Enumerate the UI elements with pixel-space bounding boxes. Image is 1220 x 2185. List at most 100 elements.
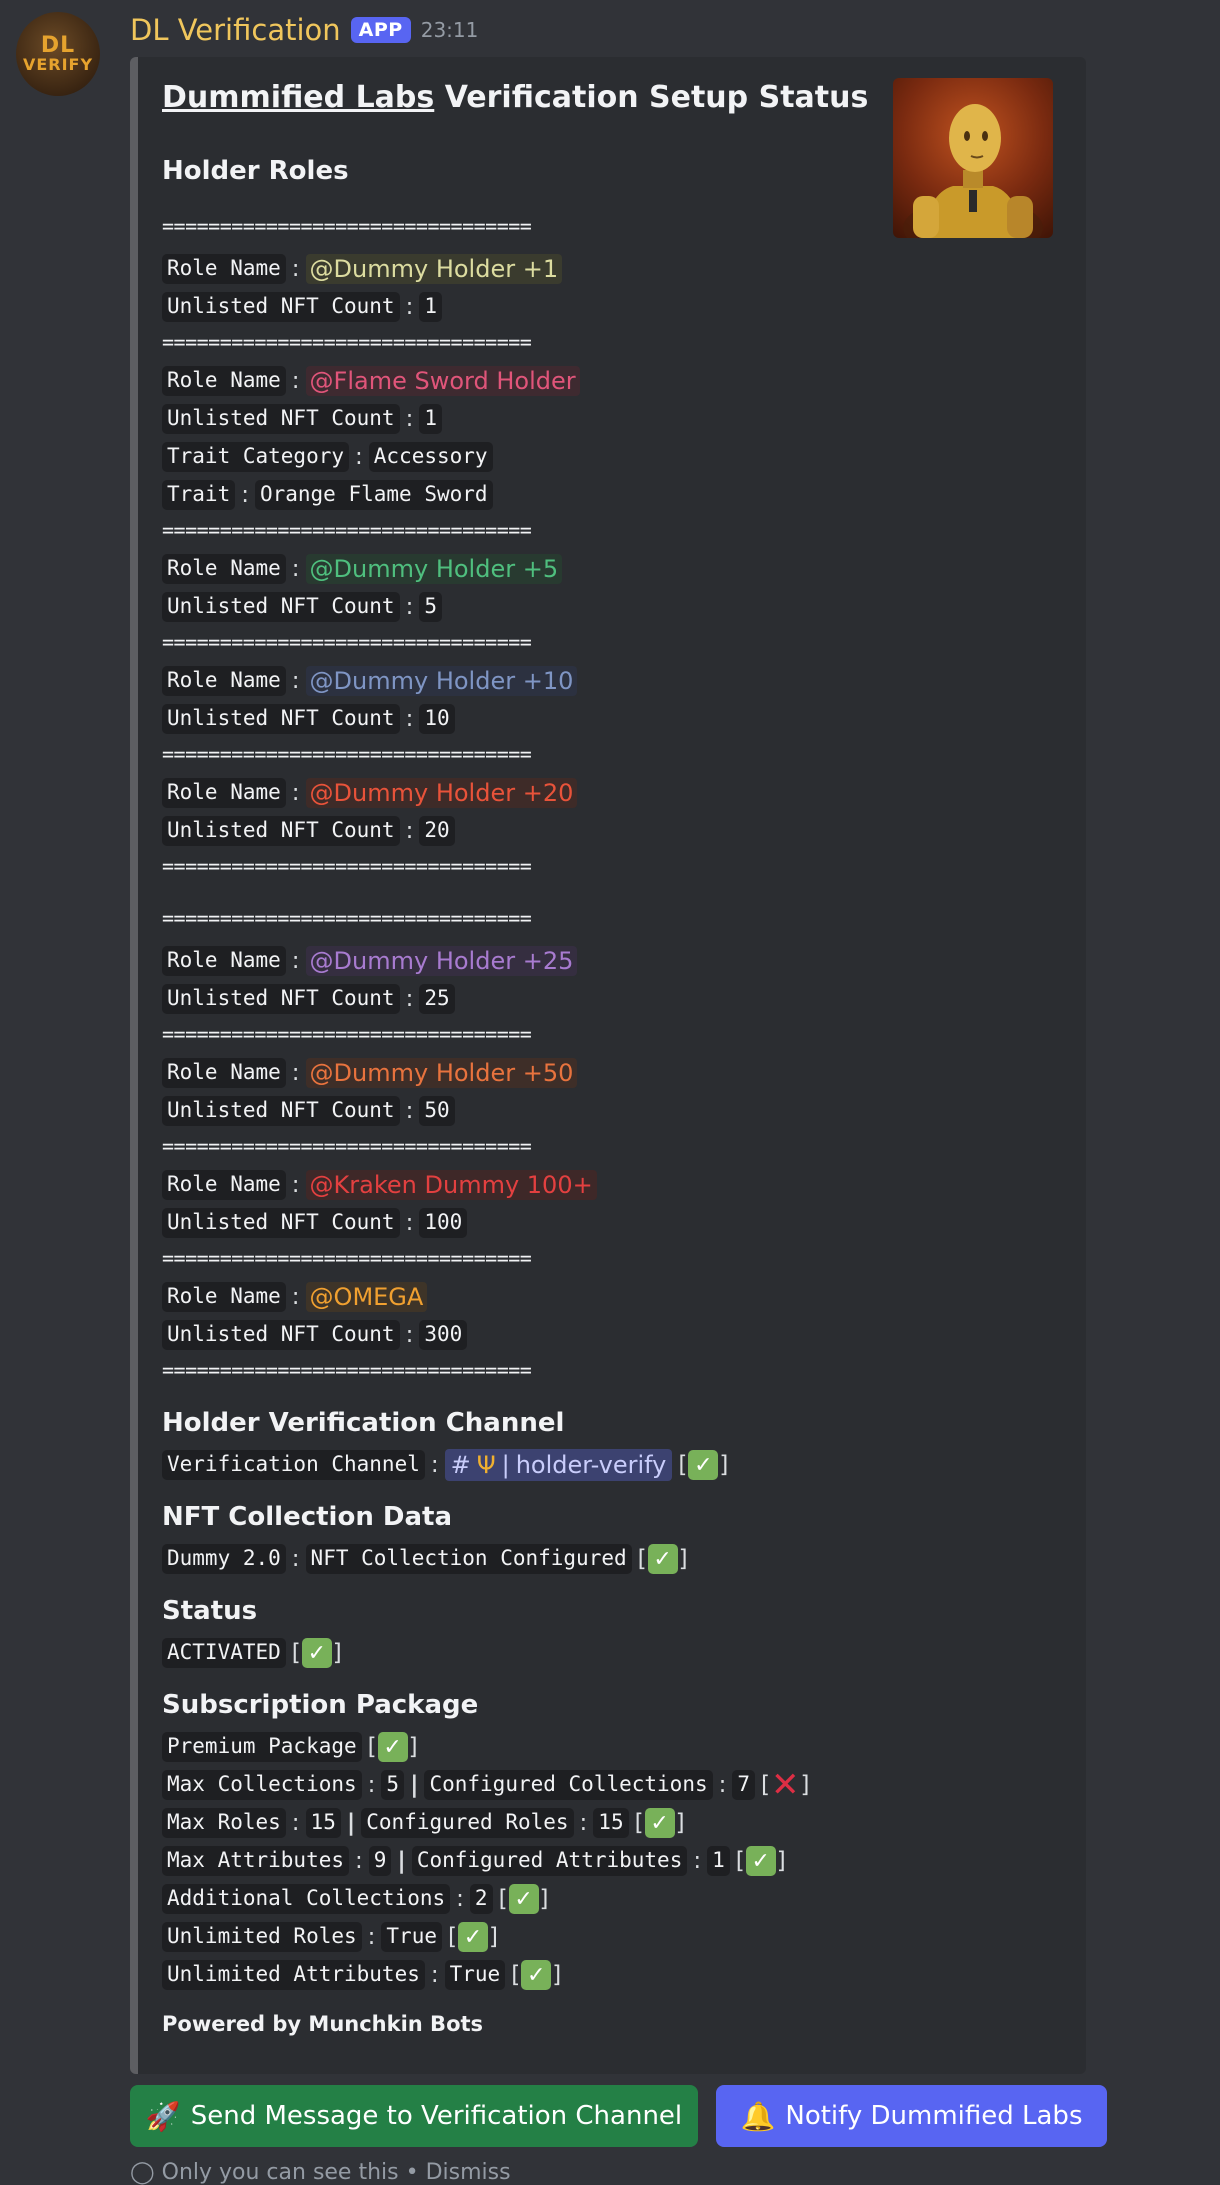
unlisted-count-label: Unlisted NFT Count [162, 592, 400, 622]
separator: ================================ [162, 1022, 532, 1046]
bot-name[interactable]: DL Verification [130, 13, 341, 47]
collections-limit-row: Max Collections: 5 | Configured Collecti… [162, 1768, 811, 1802]
unlisted-count-row: Unlisted NFT Count: 300 [162, 1318, 468, 1352]
unlisted-count-row: Unlisted NFT Count: 20 [162, 814, 455, 848]
role-name-label: Role Name [162, 778, 286, 808]
unlisted-count-label: Unlisted NFT Count [162, 1096, 400, 1126]
holder-roles-heading: Holder Roles [162, 156, 349, 186]
role-name-label: Role Name [162, 666, 286, 696]
unlisted-count-label: Unlisted NFT Count [162, 816, 400, 846]
unlisted-count-label: Unlisted NFT Count [162, 1208, 400, 1238]
notify-button[interactable]: 🔔 Notify Dummified Labs [716, 2085, 1107, 2147]
max-roles-label: Max Roles [162, 1808, 286, 1838]
separator: ================================ [162, 742, 532, 766]
embed-title-text: Verification Setup Status [434, 80, 869, 115]
bell-icon: 🔔 [740, 2099, 776, 2133]
role-name-row: Role Name: @Dummy Holder +10 [162, 664, 578, 698]
unlisted-count-label: Unlisted NFT Count [162, 404, 400, 434]
role-mention[interactable]: @Dummy Holder +25 [305, 946, 578, 976]
additional-collections-row: Additional Collections: 2 [✓] [162, 1882, 550, 1916]
check-icon: ✓ [301, 1638, 332, 1668]
check-icon: ✓ [457, 1922, 488, 1952]
max-attributes-label: Max Attributes [162, 1846, 350, 1876]
role-mention[interactable]: @Kraken Dummy 100+ [305, 1170, 597, 1200]
configured-roles-label: Configured Roles [361, 1808, 574, 1838]
check-icon: ✓ [521, 1960, 552, 1990]
role-mention[interactable]: @Dummy Holder +1 [305, 254, 563, 284]
send-message-button[interactable]: 🚀 Send Message to Verification Channel [130, 2085, 698, 2147]
role-name-row: Role Name: @Kraken Dummy 100+ [162, 1168, 597, 1202]
separator: ================================ [162, 630, 532, 654]
check-icon: ✓ [377, 1732, 408, 1762]
bot-avatar[interactable]: DL VERIFY [16, 12, 100, 96]
eye-icon: ◯ [130, 2160, 155, 2185]
verification-channel-row: Verification Channel: # Ψ | holder-verif… [162, 1448, 729, 1482]
role-name-label: Role Name [162, 1058, 286, 1088]
trident-icon: Ψ [476, 1451, 496, 1479]
package-row: Premium Package [✓] [162, 1730, 419, 1764]
role-name-label: Role Name [162, 254, 286, 284]
unlimited-attributes-value: True [444, 1960, 506, 1990]
verification-channel-heading: Holder Verification Channel [162, 1408, 565, 1438]
unlisted-count-label: Unlisted NFT Count [162, 292, 400, 322]
embed-title-link[interactable]: Dummified Labs [162, 80, 434, 115]
unlisted-count-value: 100 [419, 1208, 468, 1238]
unlisted-count-value: 300 [419, 1320, 468, 1350]
unlimited-attributes-label: Unlimited Attributes [162, 1960, 425, 1990]
separator: ================================ [162, 906, 532, 930]
role-name-label: Role Name [162, 366, 286, 396]
notify-label: Notify Dummified Labs [785, 2101, 1083, 2131]
configured-attributes-value: 1 [707, 1846, 730, 1876]
unlisted-count-row: Unlisted NFT Count: 100 [162, 1206, 468, 1240]
trait-value: Orange Flame Sword [254, 480, 493, 510]
send-message-label: Send Message to Verification Channel [190, 2101, 683, 2131]
role-name-label: Role Name [162, 1170, 286, 1200]
collection-name: Dummy 2.0 [162, 1544, 286, 1574]
configured-collections-value: 7 [732, 1770, 756, 1800]
unlisted-count-row: Unlisted NFT Count: 1 [162, 402, 442, 436]
role-mention[interactable]: @Flame Sword Holder [305, 366, 580, 396]
role-mention[interactable]: @Dummy Holder +5 [305, 554, 563, 584]
unlimited-roles-label: Unlimited Roles [162, 1922, 362, 1952]
role-name-row: Role Name: @Flame Sword Holder [162, 364, 580, 398]
channel-name: holder-verify [515, 1451, 667, 1479]
unlisted-count-value: 25 [419, 984, 455, 1014]
channel-mention[interactable]: # Ψ | holder-verify [444, 1449, 673, 1481]
max-collections-value: 5 [381, 1770, 405, 1800]
message-timestamp[interactable]: 23:11 [421, 18, 479, 42]
embed-footer: Powered by Munchkin Bots [162, 2012, 484, 2036]
check-icon: ✓ [688, 1450, 719, 1480]
separator: ================================ [162, 1134, 532, 1158]
role-mention[interactable]: @Dummy Holder +10 [305, 666, 578, 696]
configured-attributes-label: Configured Attributes [411, 1846, 688, 1876]
trait-category-row: Trait Category: Accessory [162, 440, 493, 474]
configured-roles-value: 15 [593, 1808, 629, 1838]
role-mention[interactable]: @OMEGA [305, 1282, 428, 1312]
unlisted-count-value: 50 [419, 1096, 455, 1126]
unlisted-count-value: 5 [419, 592, 442, 622]
unlisted-count-row: Unlisted NFT Count: 50 [162, 1094, 455, 1128]
max-roles-value: 15 [305, 1808, 341, 1838]
unlisted-count-row: Unlisted NFT Count: 25 [162, 982, 455, 1016]
role-name-label: Role Name [162, 946, 286, 976]
additional-collections-label: Additional Collections [162, 1884, 451, 1914]
role-mention[interactable]: @Dummy Holder +20 [305, 778, 578, 808]
attributes-limit-row: Max Attributes: 9 | Configured Attribute… [162, 1844, 787, 1878]
role-name-row: Role Name: @Dummy Holder +50 [162, 1056, 578, 1090]
separator: ================================ [162, 518, 532, 542]
rocket-icon: 🚀 [145, 2099, 181, 2133]
collection-status: NFT Collection Configured [305, 1544, 632, 1574]
role-name-label: Role Name [162, 1282, 286, 1312]
role-mention[interactable]: @Dummy Holder +50 [305, 1058, 578, 1088]
additional-collections-value: 2 [469, 1884, 493, 1914]
hashtag-icon: # [450, 1451, 471, 1479]
trait-category-label: Trait Category [162, 442, 350, 472]
check-icon: ✓ [508, 1884, 539, 1914]
unlisted-count-value: 20 [419, 816, 455, 846]
embed-thumbnail[interactable] [893, 78, 1053, 238]
separator: ================================ [162, 330, 532, 354]
configured-collections-label: Configured Collections [424, 1770, 713, 1800]
unlisted-count-row: Unlisted NFT Count: 1 [162, 290, 442, 324]
embed-title: Dummified Labs Verification Setup Status [162, 80, 868, 115]
check-icon: ✓ [644, 1808, 675, 1838]
